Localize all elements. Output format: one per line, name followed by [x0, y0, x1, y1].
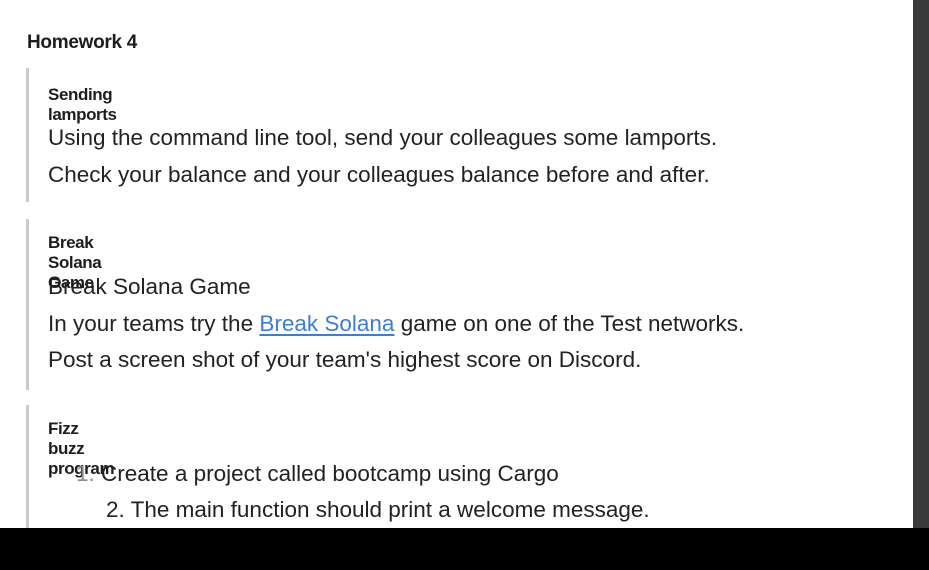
list-item: 1. Create a project called bootcamp usin…	[76, 461, 559, 487]
list-text: The main function should print a welcome…	[130, 497, 650, 522]
section-fizz-buzz-program: Fizz buzz program 1. Create a project ca…	[26, 405, 650, 528]
body-line: Post a screen shot of your team's highes…	[48, 347, 642, 372]
section-body: Break Solana Game In your teams try the …	[48, 269, 744, 379]
section-heading: Sending lamports	[48, 85, 117, 124]
list-number: 2.	[106, 497, 125, 522]
section-break-solana-game: Break Solana Game Break Solana Game In y…	[26, 219, 744, 390]
letterbox-bar	[0, 528, 929, 570]
body-line: Using the command line tool, send your c…	[48, 125, 718, 150]
document-page: Homework 4 Sending lamports Using the co…	[0, 0, 913, 528]
body-line: Check your balance and your colleagues b…	[48, 161, 710, 187]
list-text: Create a project called bootcamp using C…	[101, 461, 559, 486]
text-before-link: In your teams try the	[48, 310, 260, 336]
body-line: In your teams try the Break Solana game …	[48, 306, 744, 343]
window-edge	[913, 0, 929, 528]
body-line: Break Solana Game	[48, 274, 251, 299]
section-sending-lamports: Sending lamports Using the command line …	[26, 68, 717, 202]
page-title: Homework 4	[27, 32, 137, 53]
list-number: 1.	[76, 461, 95, 486]
text-after-link: game on one of the Test networks.	[394, 310, 745, 336]
section-body: Using the command line tool, send your c…	[48, 120, 717, 193]
break-solana-link[interactable]: Break Solana	[259, 311, 394, 336]
list-item: 2. The main function should print a welc…	[106, 497, 650, 523]
